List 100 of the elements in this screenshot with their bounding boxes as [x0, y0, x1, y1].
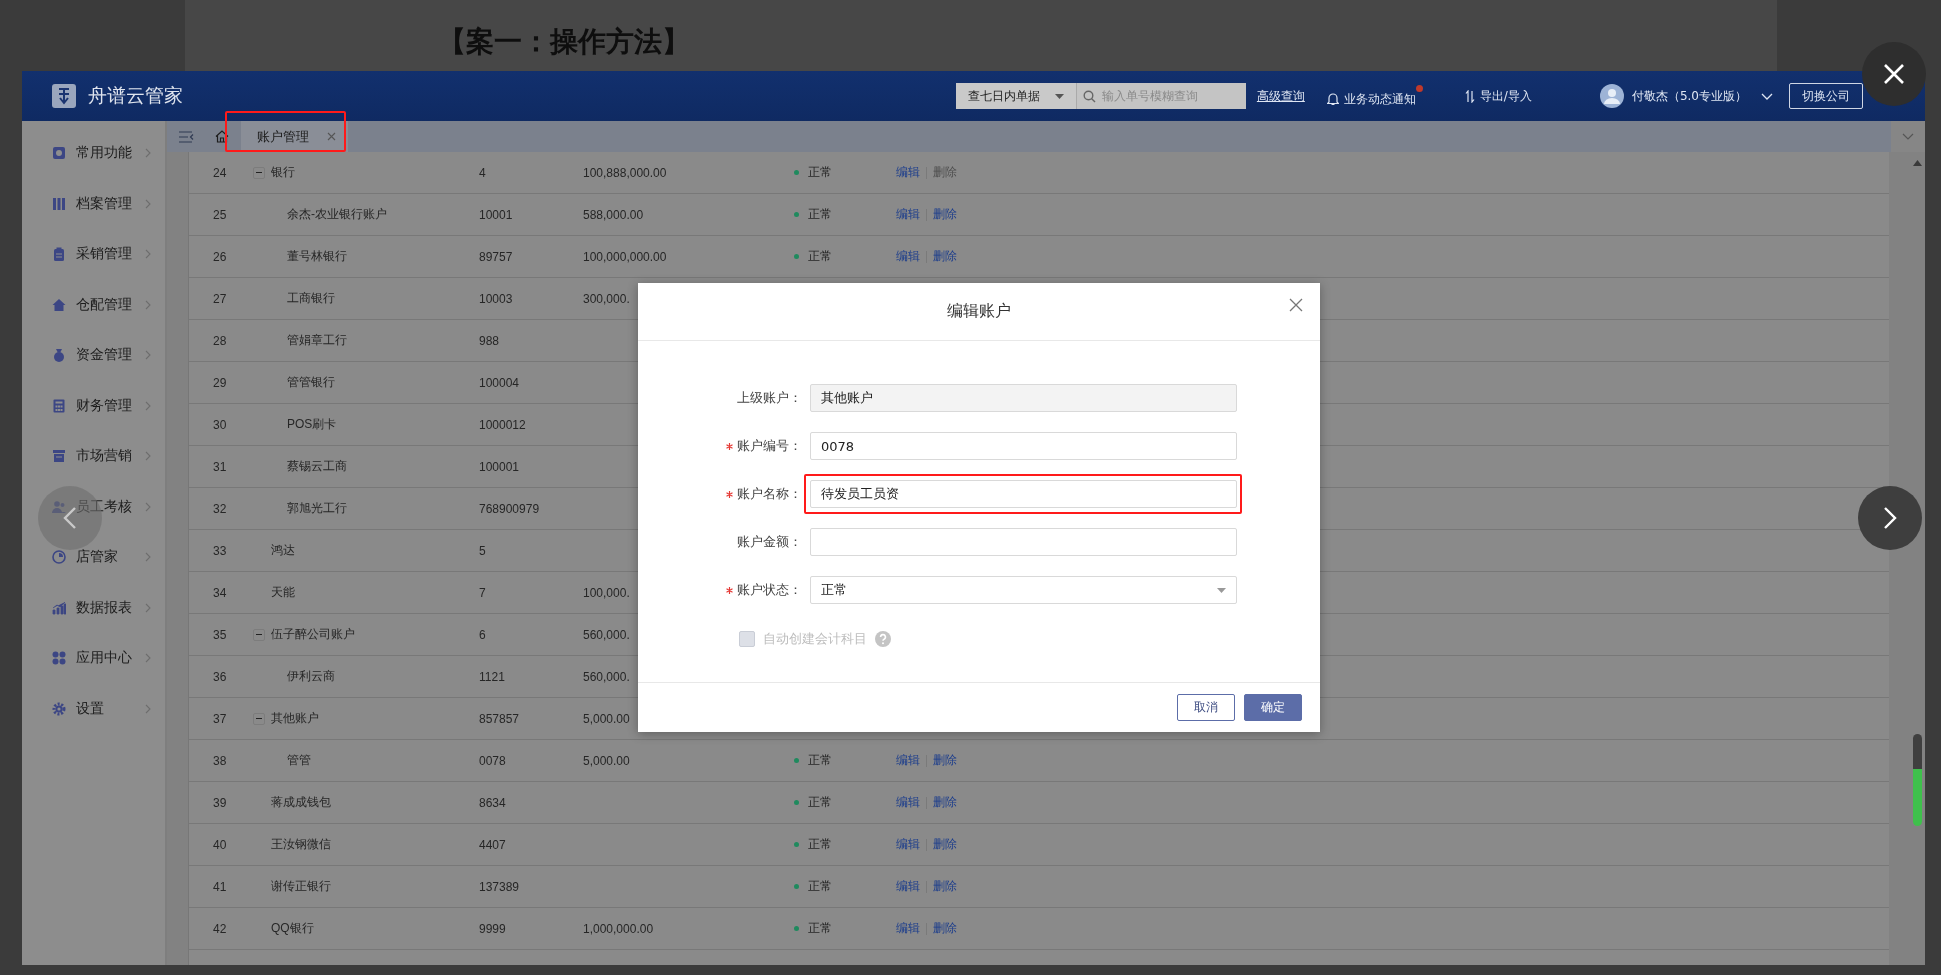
account-code: 8634 — [479, 795, 506, 810]
sort-arrows-icon — [1464, 89, 1475, 103]
delete-link[interactable]: 删除 — [933, 794, 957, 811]
account-name: 余杰-农业银行账户 — [287, 206, 387, 223]
notifications-link[interactable]: 业务动态通知 — [1326, 84, 1423, 108]
status-text: 正常 — [808, 920, 832, 937]
account-code: 100001 — [479, 459, 520, 474]
caret-icon — [1217, 587, 1226, 593]
collapse-icon[interactable] — [253, 628, 265, 641]
scroll-up-icon[interactable] — [1912, 160, 1922, 166]
account-code: 10001 — [479, 207, 513, 222]
people-icon — [52, 499, 66, 514]
delete-link[interactable]: 删除 — [933, 920, 957, 937]
status-select[interactable]: 正常 — [810, 576, 1237, 604]
sidebar-item[interactable]: 财务管理 — [22, 380, 165, 431]
sidebar-item[interactable]: 采销管理 — [22, 229, 165, 280]
collapse-icon[interactable] — [253, 166, 265, 179]
account-name: 蔡锡云工商 — [287, 458, 347, 475]
edit-link[interactable]: 编辑 — [896, 752, 920, 769]
sidebar-item[interactable]: 资金管理 — [22, 330, 165, 381]
account-name: 谢传正银行 — [271, 878, 331, 895]
account-code: 0078 — [479, 753, 506, 768]
input-field[interactable] — [810, 528, 1237, 556]
tab[interactable]: 账户管理 — [241, 121, 348, 152]
account-name: 蒋成成钱包 — [271, 794, 331, 811]
account-code: 1121 — [479, 669, 505, 684]
edit-link[interactable]: 编辑 — [896, 248, 920, 265]
account-name: 管管 — [287, 752, 311, 769]
pie-icon — [52, 550, 66, 565]
switch-company-button[interactable]: 切换公司 — [1789, 83, 1863, 109]
menu-collapse-icon[interactable] — [179, 130, 194, 143]
row-number: 40 — [212, 837, 228, 852]
delete-link[interactable]: 删除 — [933, 248, 957, 265]
row-number: 27 — [212, 291, 228, 306]
status-dot — [794, 884, 799, 889]
advanced-query-link[interactable]: 高级查询 — [1256, 87, 1305, 105]
status-text: 正常 — [808, 164, 832, 181]
scroll-thumb[interactable] — [1912, 734, 1922, 826]
chevron-right-icon — [145, 299, 151, 310]
status-text: 正常 — [808, 878, 832, 895]
status-dot — [794, 926, 799, 931]
account-code: 857857 — [479, 711, 520, 726]
edit-link[interactable]: 编辑 — [896, 206, 920, 223]
account-name: QQ银行 — [271, 920, 314, 937]
account-name: 工商银行 — [287, 290, 335, 307]
house-icon — [52, 297, 66, 312]
collapse-icon[interactable] — [253, 712, 265, 725]
chevron-right-icon — [145, 451, 151, 462]
sidebar-item[interactable]: 数据报表 — [22, 582, 165, 633]
close-icon — [1883, 63, 1905, 85]
delete-link[interactable]: 删除 — [933, 752, 957, 769]
chevron-right-icon — [145, 552, 151, 563]
sidebar-item[interactable]: 应用中心 — [22, 633, 165, 684]
cancel-button[interactable]: 取消 — [1177, 694, 1235, 721]
logo-icon — [52, 84, 76, 108]
account-amount: 5,000.00 — [583, 753, 630, 768]
close-icon[interactable] — [1289, 298, 1303, 312]
row-number: 37 — [212, 711, 228, 726]
status-dot — [794, 254, 799, 259]
account-name: 银行 — [271, 164, 295, 181]
input-field[interactable]: 0078 — [810, 432, 1237, 460]
chevron-left-icon — [63, 506, 77, 530]
sidebar-item[interactable]: 店管家 — [22, 532, 165, 583]
delete-link[interactable]: 删除 — [933, 878, 957, 895]
input-field[interactable]: 其他账户 — [810, 384, 1237, 412]
chevron-right-icon — [145, 249, 151, 260]
sidebar-item[interactable]: 常用功能 — [22, 128, 165, 179]
account-code: 10003 — [479, 291, 513, 306]
account-name: 董号林银行 — [287, 248, 347, 265]
sidebar-item[interactable]: 市场营销 — [22, 431, 165, 482]
row-number: 35 — [212, 627, 228, 642]
row-number: 31 — [212, 459, 228, 474]
chevron-down-icon[interactable] — [1761, 92, 1773, 100]
edit-link[interactable]: 编辑 — [896, 878, 920, 895]
sidebar-item[interactable]: 设置 — [22, 683, 165, 734]
close-icon[interactable] — [327, 132, 336, 141]
delete-link[interactable]: 删除 — [933, 206, 957, 223]
account-amount: 5,000.00 — [583, 711, 630, 726]
edit-link[interactable]: 编辑 — [896, 164, 920, 181]
status-text: 正常 — [808, 752, 832, 769]
account-code: 9999 — [479, 921, 506, 936]
account-name: 鸿达 — [271, 542, 295, 559]
edit-link[interactable]: 编辑 — [896, 794, 920, 811]
sidebar-item[interactable]: 档案管理 — [22, 178, 165, 229]
account-code: 137389 — [479, 879, 520, 894]
export-import-link[interactable]: 导出/导入 — [1464, 87, 1532, 105]
account-name: POS刷卡 — [287, 416, 337, 433]
home-icon[interactable] — [215, 130, 229, 143]
range-select[interactable]: 查七日内单据 — [955, 83, 1076, 109]
delete-link[interactable]: 删除 — [933, 836, 957, 853]
confirm-button[interactable]: 确定 — [1244, 694, 1302, 721]
edit-link[interactable]: 编辑 — [896, 836, 920, 853]
row-number: 29 — [212, 375, 228, 390]
field-label: 账户金额： — [737, 533, 802, 551]
target-icon — [52, 146, 66, 161]
gear-icon — [52, 701, 66, 716]
sidebar-item[interactable]: 仓配管理 — [22, 279, 165, 330]
input-field[interactable]: 待发员工员资 — [810, 480, 1237, 508]
edit-link[interactable]: 编辑 — [896, 920, 920, 937]
field-label: 账户名称： — [737, 485, 802, 503]
